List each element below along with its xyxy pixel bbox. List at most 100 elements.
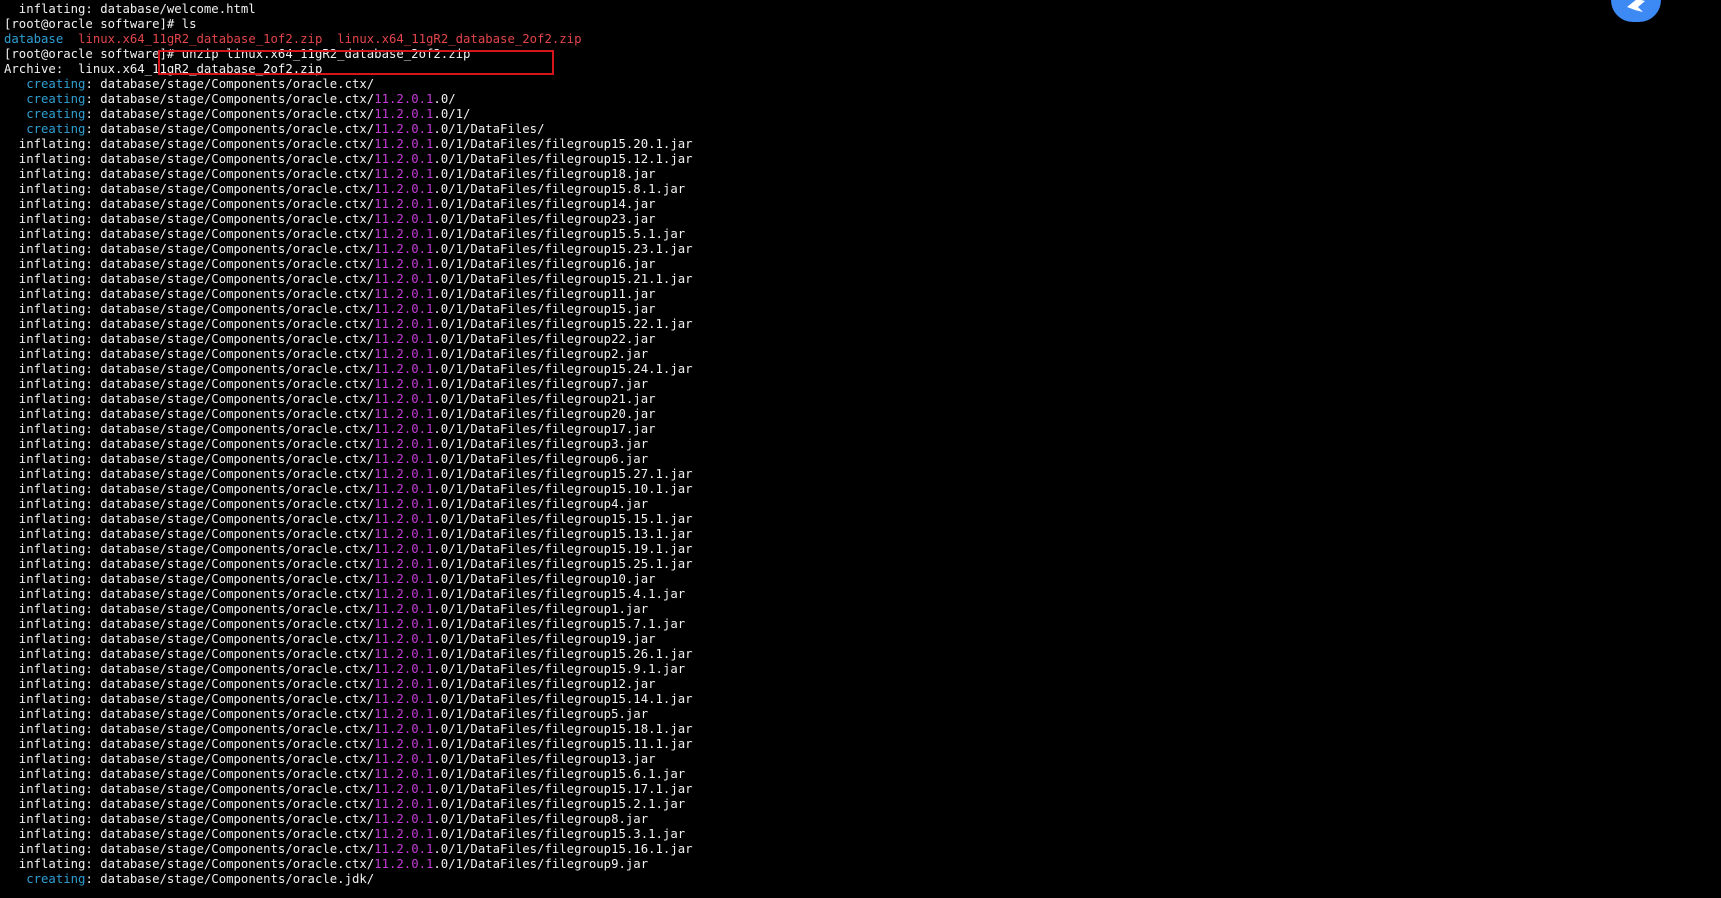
terminal-text: .0/1/DataFiles/filegroup22.jar xyxy=(433,332,656,346)
terminal-text: creating xyxy=(26,122,86,136)
terminal-text: inflating: database/stage/Components/ora… xyxy=(4,737,375,751)
terminal-text: : database/stage/Components/oracle.ctx/ xyxy=(85,77,375,91)
terminal-line: inflating: database/stage/Components/ora… xyxy=(4,407,693,422)
terminal-text: Archive: linux.x64_11gR2_database_2of2.z… xyxy=(4,62,323,76)
terminal-text: .0/1/DataFiles/filegroup15.24.1.jar xyxy=(433,362,693,376)
terminal-line: inflating: database/stage/Components/ora… xyxy=(4,662,693,677)
terminal-line: inflating: database/stage/Components/ora… xyxy=(4,392,693,407)
terminal-text: creating xyxy=(26,92,86,106)
terminal-line: creating: database/stage/Components/orac… xyxy=(4,92,693,107)
terminal-line: inflating: database/stage/Components/ora… xyxy=(4,677,693,692)
terminal-text: 11.2.0.1 xyxy=(374,212,434,226)
terminal-text: inflating: database/stage/Components/ora… xyxy=(4,692,375,706)
feather-logo-icon-glyph xyxy=(1627,0,1645,12)
terminal-text: .0/1/DataFiles/filegroup15.5.1.jar xyxy=(433,227,686,241)
terminal-text: .0/1/DataFiles/filegroup5.jar xyxy=(433,707,649,721)
terminal-text: .0/1/DataFiles/filegroup15.20.1.jar xyxy=(433,137,693,151)
terminal-text: .0/1/DataFiles/filegroup23.jar xyxy=(433,212,656,226)
terminal-text: 11.2.0.1 xyxy=(374,857,434,871)
terminal-line: inflating: database/stage/Components/ora… xyxy=(4,212,693,227)
terminal-text: .0/1/DataFiles/filegroup18.jar xyxy=(433,167,656,181)
terminal-text: 11.2.0.1 xyxy=(374,182,434,196)
terminal-text: .0/1/DataFiles/filegroup15.2.1.jar xyxy=(433,797,686,811)
terminal-line: inflating: database/stage/Components/ora… xyxy=(4,527,693,542)
terminal-text: inflating: database/stage/Components/ora… xyxy=(4,797,375,811)
terminal-text: .0/1/DataFiles/filegroup20.jar xyxy=(433,407,656,421)
terminal-text: inflating: database/stage/Components/ora… xyxy=(4,452,375,466)
terminal-text: database xyxy=(4,32,64,46)
terminal-text: 11.2.0.1 xyxy=(374,572,434,586)
terminal-line: inflating: database/stage/Components/ora… xyxy=(4,512,693,527)
terminal-text: 11.2.0.1 xyxy=(374,422,434,436)
terminal-text: 11.2.0.1 xyxy=(374,437,434,451)
terminal-text: 11.2.0.1 xyxy=(374,227,434,241)
terminal-text: inflating: database/stage/Components/ora… xyxy=(4,437,375,451)
terminal-line: [root@oracle software]# ls xyxy=(4,17,693,32)
terminal-text: 11.2.0.1 xyxy=(374,617,434,631)
terminal-text: 11.2.0.1 xyxy=(374,272,434,286)
terminal-text: 11.2.0.1 xyxy=(374,722,434,736)
terminal-line: inflating: database/welcome.html xyxy=(4,2,693,17)
terminal-text: .0/1/DataFiles/filegroup15.15.1.jar xyxy=(433,512,693,526)
feather-logo-icon[interactable] xyxy=(1611,0,1661,22)
terminal-text: [root@oracle software]# unzip linux.x64_… xyxy=(4,47,471,61)
terminal-text: 11.2.0.1 xyxy=(374,257,434,271)
terminal-text: 11.2.0.1 xyxy=(374,107,434,121)
terminal-text: inflating: database/stage/Components/ora… xyxy=(4,407,375,421)
terminal-text: 11.2.0.1 xyxy=(374,812,434,826)
terminal-line: inflating: database/stage/Components/ora… xyxy=(4,317,693,332)
terminal-text: 11.2.0.1 xyxy=(374,737,434,751)
terminal-text: 11.2.0.1 xyxy=(374,392,434,406)
terminal-text: inflating: database/stage/Components/ora… xyxy=(4,482,375,496)
terminal-line: inflating: database/stage/Components/ora… xyxy=(4,587,693,602)
terminal-text: .0/1/DataFiles/filegroup15.23.1.jar xyxy=(433,242,693,256)
terminal-text: 11.2.0.1 xyxy=(374,92,434,106)
terminal-text: inflating: database/stage/Components/ora… xyxy=(4,182,375,196)
terminal-text: .0/1/DataFiles/filegroup21.jar xyxy=(433,392,656,406)
terminal-text: 11.2.0.1 xyxy=(374,302,434,316)
terminal-line: inflating: database/stage/Components/ora… xyxy=(4,287,693,302)
terminal-line: inflating: database/stage/Components/ora… xyxy=(4,197,693,212)
terminal-text: inflating: database/stage/Components/ora… xyxy=(4,137,375,151)
terminal-line: inflating: database/stage/Components/ora… xyxy=(4,842,693,857)
terminal-line: inflating: database/stage/Components/ora… xyxy=(4,632,693,647)
terminal-text: 11.2.0.1 xyxy=(374,362,434,376)
terminal-line: creating: database/stage/Components/orac… xyxy=(4,77,693,92)
terminal-text: .0/1/DataFiles/filegroup15.21.1.jar xyxy=(433,272,693,286)
terminal-line: inflating: database/stage/Components/ora… xyxy=(4,692,693,707)
terminal-text: 11.2.0.1 xyxy=(374,482,434,496)
terminal-line: Archive: linux.x64_11gR2_database_2of2.z… xyxy=(4,62,693,77)
terminal-text: inflating: database/stage/Components/ora… xyxy=(4,782,375,796)
terminal-text: inflating: database/stage/Components/ora… xyxy=(4,752,375,766)
terminal-text: inflating: database/stage/Components/ora… xyxy=(4,842,375,856)
terminal-text: 11.2.0.1 xyxy=(374,587,434,601)
terminal-text: .0/1/DataFiles/filegroup15.9.1.jar xyxy=(433,662,686,676)
terminal-window[interactable]: inflating: database/welcome.html [root@or… xyxy=(0,0,1721,898)
terminal-text: inflating: database/stage/Components/ora… xyxy=(4,812,375,826)
terminal-line: inflating: database/stage/Components/ora… xyxy=(4,242,693,257)
terminal-text: .0/1/DataFiles/filegroup2.jar xyxy=(433,347,649,361)
terminal-line: [root@oracle software]# unzip linux.x64_… xyxy=(4,47,693,62)
terminal-text: inflating: database/stage/Components/ora… xyxy=(4,527,375,541)
terminal-line: inflating: database/stage/Components/ora… xyxy=(4,152,693,167)
terminal-text: inflating: database/stage/Components/ora… xyxy=(4,617,375,631)
terminal-line: inflating: database/stage/Components/ora… xyxy=(4,737,693,752)
terminal-text: inflating: database/stage/Components/ora… xyxy=(4,587,375,601)
terminal-text: .0/1/DataFiles/filegroup15.3.1.jar xyxy=(433,827,686,841)
terminal-text: inflating: database/stage/Components/ora… xyxy=(4,287,375,301)
terminal-text: 11.2.0.1 xyxy=(374,632,434,646)
terminal-text: inflating: database/stage/Components/ora… xyxy=(4,722,375,736)
terminal-text: 11.2.0.1 xyxy=(374,767,434,781)
terminal-text: 11.2.0.1 xyxy=(374,152,434,166)
terminal-text: inflating: database/stage/Components/ora… xyxy=(4,827,375,841)
terminal-text: .0/1/DataFiles/filegroup9.jar xyxy=(433,857,649,871)
terminal-text: inflating: database/stage/Components/ora… xyxy=(4,677,375,691)
terminal-text: .0/1/DataFiles/filegroup19.jar xyxy=(433,632,656,646)
terminal-text: inflating: database/stage/Components/ora… xyxy=(4,767,375,781)
terminal-line: inflating: database/stage/Components/ora… xyxy=(4,182,693,197)
terminal-line: inflating: database/stage/Components/ora… xyxy=(4,437,693,452)
terminal-text: .0/1/DataFiles/filegroup15.10.1.jar xyxy=(433,482,693,496)
terminal-text: 11.2.0.1 xyxy=(374,167,434,181)
